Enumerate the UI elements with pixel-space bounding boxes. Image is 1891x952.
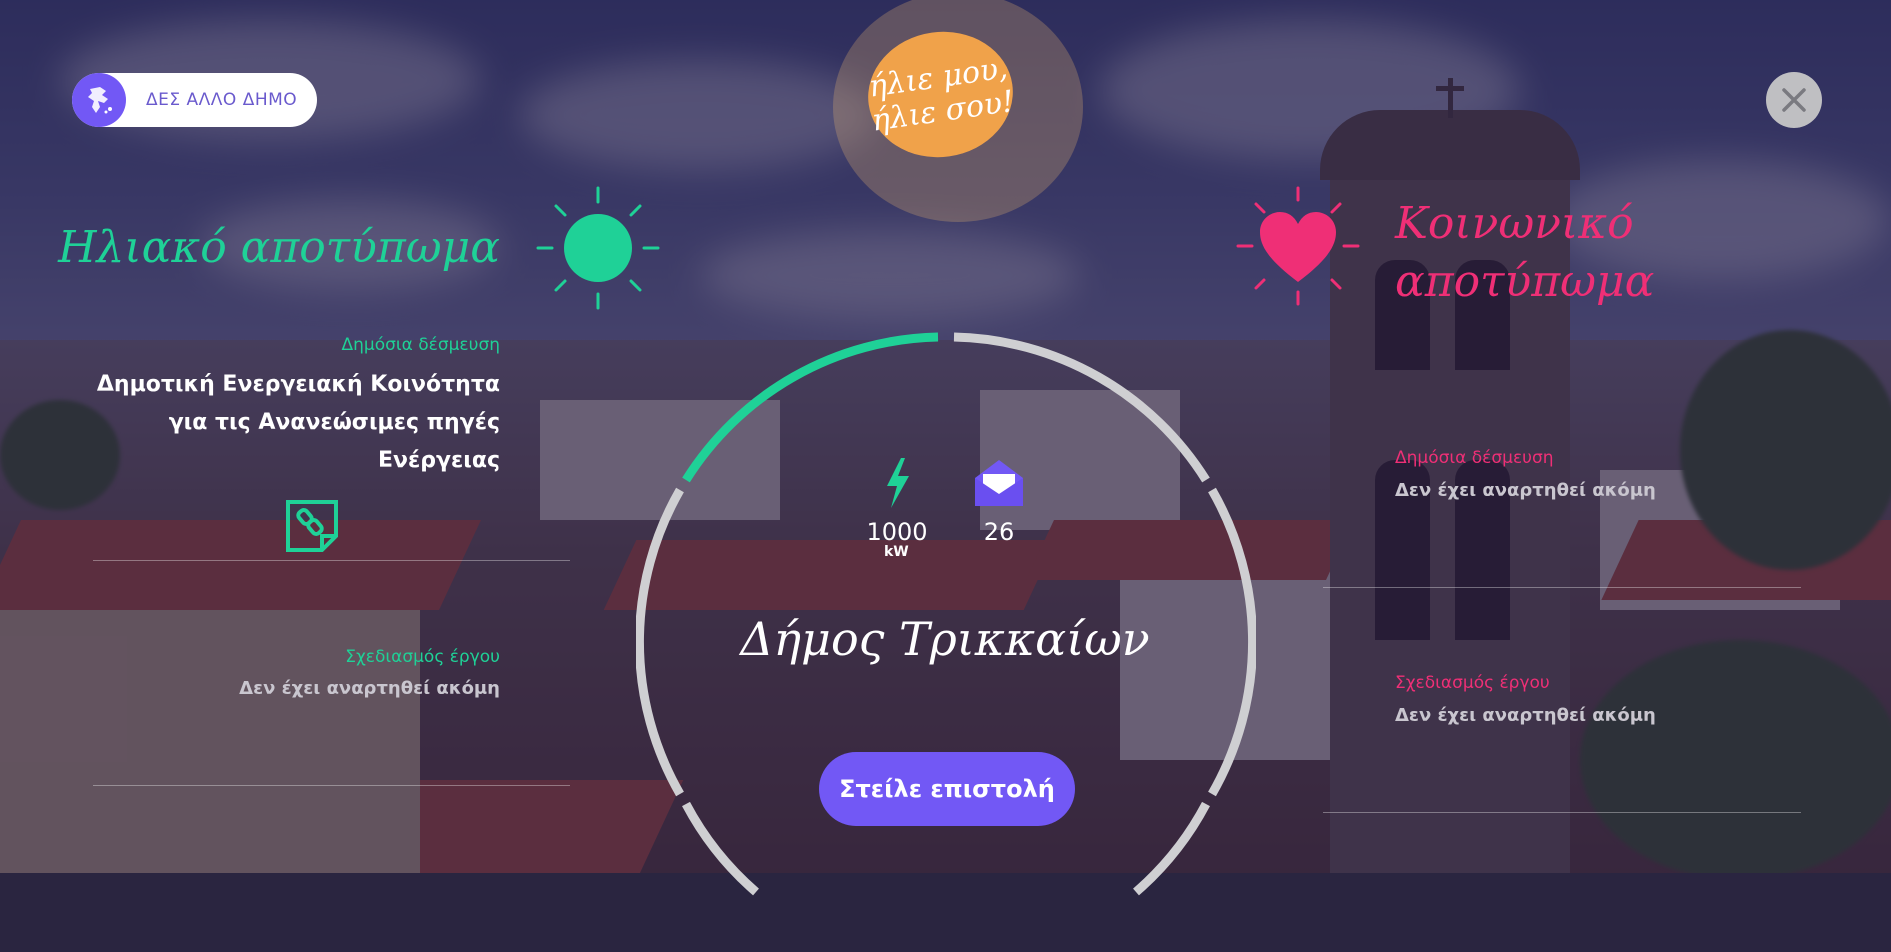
- solar-project-planning-label: Σχεδιασμός έργου: [345, 647, 500, 667]
- divider: [1323, 812, 1801, 813]
- power-unit: kW: [884, 544, 909, 560]
- solar-project-planning-value: Δεν έχει αναρτηθεί ακόμη: [239, 678, 500, 699]
- solar-footprint-title: Ηλιακό αποτύπωμα: [58, 222, 500, 273]
- sun-icon: [536, 186, 660, 310]
- municipality-name: Δήμος Τρικκαίων: [740, 612, 1150, 666]
- social-project-planning-value: Δεν έχει αναρτηθεί ακόμη: [1395, 705, 1656, 726]
- see-other-municipality-button[interactable]: ΔΕΣ ΑΛΛΟ ΔΗΜΟ: [72, 73, 317, 127]
- letters-count: 26: [983, 518, 1015, 546]
- divider: [93, 785, 570, 786]
- solar-public-commitment-label: Δημόσια δέσμευση: [341, 335, 500, 355]
- social-public-commitment-value: Δεν έχει αναρτηθεί ακόμη: [1395, 480, 1656, 501]
- divider: [93, 560, 570, 561]
- social-project-planning-label: Σχεδιασμός έργου: [1395, 673, 1550, 693]
- social-public-commitment-label: Δημόσια δέσμευση: [1395, 448, 1554, 468]
- send-letter-button[interactable]: Στείλε επιστολή: [819, 752, 1075, 826]
- close-icon: [1782, 88, 1806, 112]
- close-button[interactable]: [1766, 72, 1822, 128]
- solar-public-commitment-value: Δημοτική Ενεργειακή Κοινότητα για τις Αν…: [96, 372, 500, 473]
- divider: [1323, 587, 1801, 588]
- document-link-icon[interactable]: [284, 498, 340, 554]
- power-value: 1000: [866, 518, 928, 546]
- envelope-icon: [975, 460, 1023, 506]
- social-title-line-1: Κοινωνικό: [1395, 198, 1634, 249]
- see-other-municipality-label: ΔΕΣ ΑΛΛΟ ΔΗΜΟ: [146, 90, 298, 110]
- heart-icon: [1236, 186, 1360, 306]
- social-footprint-title: Κοινωνικό αποτύπωμα: [1395, 195, 1654, 311]
- lightning-icon: [887, 458, 909, 508]
- greece-map-icon: [72, 73, 126, 127]
- social-title-line-2: αποτύπωμα: [1395, 256, 1655, 307]
